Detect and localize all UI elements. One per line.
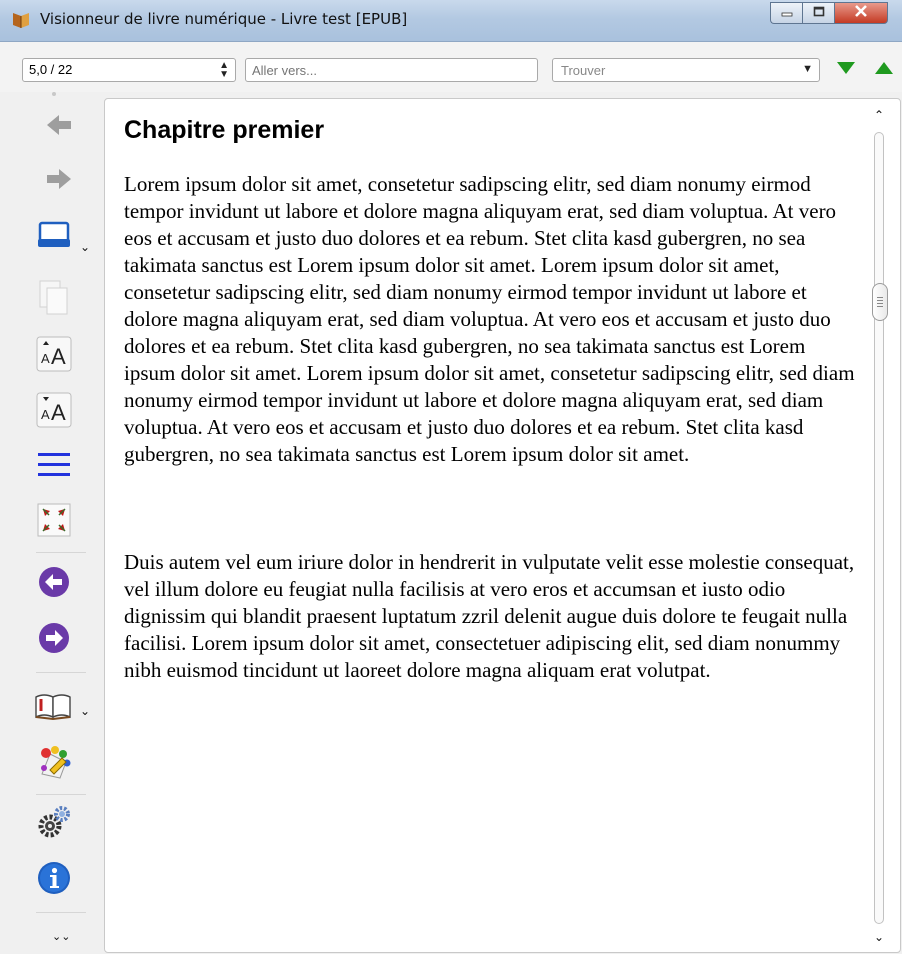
bookmarks-dropdown-chevron-icon[interactable]: ⌄ — [80, 704, 90, 718]
font-size-increase-icon: AA — [36, 336, 72, 377]
grip-lines-icon — [877, 296, 883, 307]
page-position-spinbox[interactable]: 5,0 / 22 ▲ ▼ — [22, 58, 236, 82]
sidebar-separator — [36, 912, 86, 913]
top-toolbar: 5,0 / 22 ▲▼ Trouver ▼ — [0, 42, 902, 92]
scroll-down-chevron-icon[interactable]: ⌄ — [874, 930, 884, 944]
settings-gears-icon — [36, 804, 72, 845]
paragraph: Duis autem vel eum iriure dolor in hendr… — [124, 550, 855, 682]
back-button[interactable] — [44, 112, 74, 142]
theme-palette-icon — [36, 744, 72, 785]
next-page-icon — [38, 622, 70, 659]
green-up-arrow-icon[interactable] — [874, 61, 894, 80]
maximize-button[interactable] — [802, 2, 834, 24]
book-content[interactable]: Chapitre premier Lorem ipsum dolor sit a… — [124, 106, 860, 946]
fullscreen-icon — [37, 503, 71, 542]
vertical-scrollbar[interactable]: ⌃ ⌄ — [868, 106, 892, 946]
maximize-icon — [813, 4, 825, 22]
previous-page-icon — [38, 566, 70, 603]
bookmarks-button[interactable] — [32, 688, 74, 726]
green-down-arrow-icon[interactable] — [836, 61, 856, 80]
font-increase-button[interactable]: AA — [34, 336, 74, 376]
tool-sidebar: ⌄ AA AA ⌄ ⌄⌄ — [0, 92, 104, 954]
scrollbar-track[interactable] — [874, 132, 884, 924]
forward-arrow-icon — [45, 167, 73, 196]
next-page-button[interactable] — [34, 620, 74, 660]
sidebar-separator — [36, 552, 86, 553]
theme-button[interactable] — [34, 744, 74, 784]
sidebar-separator — [36, 794, 86, 795]
toolbar-grip[interactable] — [52, 92, 56, 96]
bookmarks-book-icon — [34, 689, 72, 726]
close-button[interactable] — [834, 2, 888, 24]
svg-text:A: A — [51, 400, 66, 425]
scroll-up-chevron-icon[interactable]: ⌃ — [874, 108, 884, 122]
info-icon — [37, 861, 71, 900]
minimize-button[interactable] — [770, 2, 802, 24]
copy-icon — [38, 279, 70, 322]
settings-button[interactable] — [34, 804, 74, 844]
toc-lines-icon — [37, 450, 71, 485]
fullscreen-button[interactable] — [34, 502, 74, 542]
close-icon — [854, 4, 868, 22]
book-app-icon — [10, 9, 32, 31]
svg-text:A: A — [51, 344, 66, 369]
about-button[interactable] — [34, 860, 74, 900]
print-icon — [36, 219, 72, 256]
paragraph: Lorem ipsum dolor sit amet, consetetur s… — [124, 172, 855, 466]
title-bar[interactable]: Visionneur de livre numérique - Livre te… — [0, 0, 902, 42]
previous-page-button[interactable] — [34, 564, 74, 604]
font-decrease-button[interactable]: AA — [34, 392, 74, 432]
goto-input[interactable] — [245, 58, 538, 82]
window-title: Visionneur de livre numérique - Livre te… — [40, 10, 408, 28]
font-size-decrease-icon: AA — [36, 392, 72, 433]
spin-arrows-icon[interactable]: ▲ ▼ — [219, 61, 229, 80]
toc-button[interactable] — [34, 450, 74, 484]
print-button[interactable] — [34, 220, 74, 254]
find-placeholder: Trouver — [561, 63, 606, 78]
find-combobox[interactable]: Trouver ▼ — [552, 58, 820, 82]
page-position-value: 5,0 / 22 — [29, 62, 73, 77]
svg-text:A: A — [41, 407, 50, 422]
back-arrow-icon — [45, 113, 73, 142]
sidebar-separator — [36, 672, 86, 673]
more-chevron-icon[interactable]: ⌄⌄ — [52, 930, 70, 943]
print-dropdown-chevron-icon[interactable]: ⌄ — [80, 240, 90, 254]
copy-button[interactable] — [34, 280, 74, 320]
chevron-down-icon[interactable]: ▼ — [802, 63, 813, 75]
chapter-title: Chapitre premier — [124, 116, 325, 144]
forward-button[interactable] — [44, 166, 74, 196]
scrollbar-thumb[interactable] — [872, 282, 888, 321]
svg-text:A: A — [41, 351, 50, 366]
minimize-icon — [781, 4, 793, 22]
